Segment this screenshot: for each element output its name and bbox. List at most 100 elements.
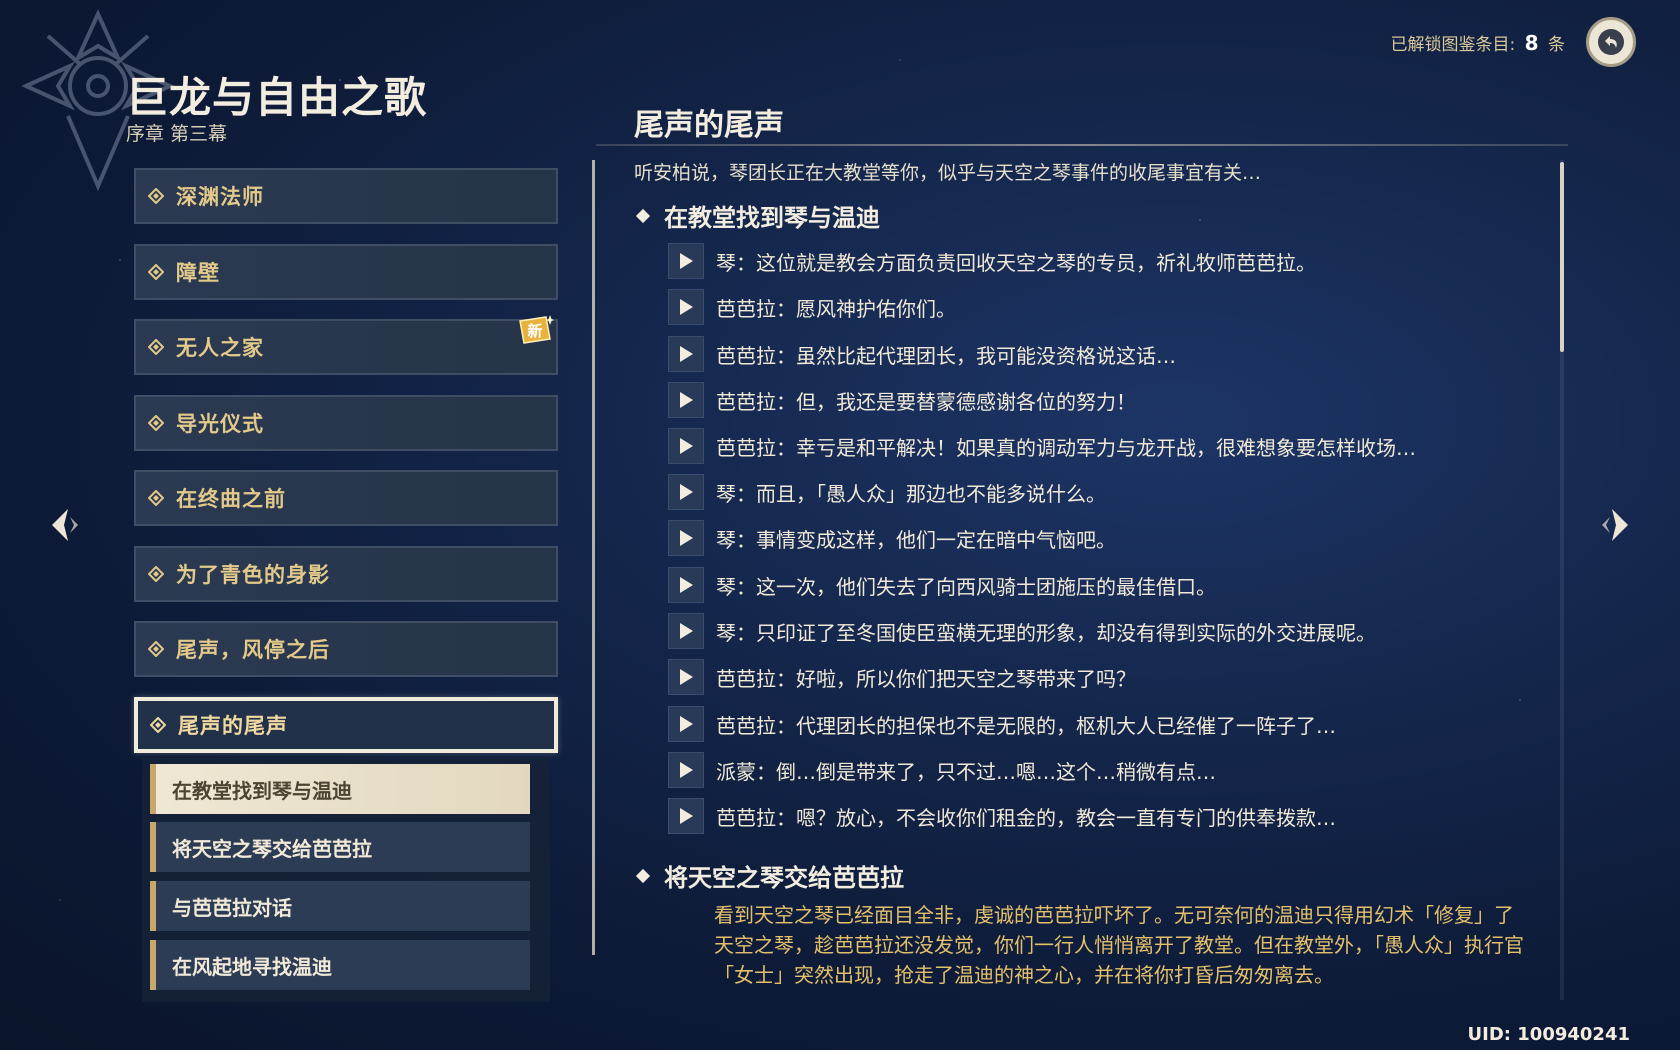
unlocked-entries-counter: 已解锁图鉴条目: 8 条 [1391, 30, 1565, 55]
previous-page-arrow-icon[interactable] [48, 505, 82, 545]
dialog-line: 琴：事情变成这样，他们一定在暗中气恼吧。 [668, 520, 1116, 556]
play-icon [679, 577, 693, 593]
uid-label: UID: 100940241 [1467, 1024, 1630, 1045]
quest-diamond-icon [148, 565, 164, 582]
summary-line: 天空之琴，趁芭芭拉还没发觉，你们一行人悄悄离开了教堂。但在教堂外，「愚人众」执行… [714, 933, 1524, 957]
play-icon [679, 623, 693, 639]
play-voice-button[interactable] [668, 706, 704, 742]
dialog-text: 琴：这位就是教会方面负责回收天空之琴的专员，祈礼牧师芭芭拉。 [716, 250, 1316, 275]
diamond-bullet-icon [635, 868, 651, 883]
chapter-item[interactable]: 导光仪式 [134, 394, 558, 451]
quest-diamond-icon [148, 641, 164, 657]
chapter-item[interactable]: 尾声，风停之后 [134, 621, 558, 677]
play-voice-button[interactable] [668, 289, 704, 325]
chapter-item-active[interactable]: 尾声的尾声 [134, 696, 558, 753]
quest-diamond-icon [148, 414, 164, 431]
dialog-text: 芭芭拉：好啦，所以你们把天空之琴带来了吗？ [716, 666, 1136, 691]
quest-intro: 听安柏说，琴团长正在大教堂等你，似乎与天空之琴事件的收尾事宜有关… [634, 162, 1262, 184]
sub-quest-panel: 在教堂找到琴与温迪 将天空之琴交给芭芭拉 与芭芭拉对话 在风起地寻找温迪 [142, 758, 550, 1002]
play-voice-button[interactable] [668, 243, 704, 279]
back-arrow-icon [1598, 29, 1624, 55]
play-voice-button[interactable] [668, 567, 704, 603]
dialog-text: 派蒙：倒…倒是带来了，只不过…嗯…这个…稍微有点… [716, 759, 1216, 784]
sub-quest-item[interactable]: 将天空之琴交给芭芭拉 [150, 822, 530, 872]
chapter-item[interactable]: 障壁 [134, 243, 558, 300]
chapter-label: 无人之家 [176, 336, 264, 360]
play-voice-button[interactable] [668, 428, 704, 464]
unlocked-unit: 条 [1548, 35, 1565, 55]
dialog-text: 芭芭拉：愿风神护佑你们。 [716, 296, 956, 321]
dialog-line: 芭芭拉：虽然比起代理团长，我可能没资格说这话… [668, 336, 1176, 372]
sub-quest-label: 将天空之琴交给芭芭拉 [172, 836, 372, 861]
section-heading: 在教堂找到琴与温迪 [635, 198, 880, 233]
back-button[interactable] [1586, 17, 1636, 67]
play-icon [679, 808, 693, 824]
play-icon [679, 762, 693, 778]
chapter-item[interactable]: 为了青色的身影 [134, 545, 558, 602]
dialog-text: 芭芭拉：但，我还是要替蒙德感谢各位的努力！ [716, 389, 1136, 414]
new-badge-text: 新 [527, 322, 542, 340]
play-icon [679, 392, 693, 408]
page-title: 巨龙与自由之歌 [126, 73, 428, 122]
dialog-line: 芭芭拉：好啦，所以你们把天空之琴带来了吗？ [668, 659, 1136, 695]
play-voice-button[interactable] [668, 613, 704, 649]
quest-diamond-icon [148, 339, 164, 355]
play-voice-button[interactable] [668, 752, 704, 788]
panel-divider [592, 160, 595, 955]
dialog-text: 芭芭拉：虽然比起代理团长，我可能没资格说这话… [716, 343, 1176, 368]
dialog-line: 芭芭拉：愿风神护佑你们。 [668, 289, 956, 325]
section-heading-text: 将天空之琴交给芭芭拉 [664, 864, 904, 892]
dialog-line: 派蒙：倒…倒是带来了，只不过…嗯…这个…稍微有点… [668, 752, 1216, 788]
chapter-label: 为了青色的身影 [176, 562, 330, 587]
play-icon [679, 438, 693, 454]
play-icon [679, 530, 693, 546]
play-voice-button[interactable] [668, 798, 704, 834]
dialog-text: 琴：而且，「愚人众」那边也不能多说什么。 [716, 481, 1106, 506]
chapter-label: 深渊法师 [176, 185, 264, 209]
sub-quest-label: 在风起地寻找温迪 [172, 954, 332, 979]
sub-quest-item-selected[interactable]: 在教堂找到琴与温迪 [150, 764, 530, 814]
sub-quest-item[interactable]: 在风起地寻找温迪 [150, 940, 530, 990]
dialog-line: 琴：而且，「愚人众」那边也不能多说什么。 [668, 474, 1106, 510]
dialog-text: 琴：只印证了至冬国使臣蛮横无理的形象，却没有得到实际的外交进展呢。 [716, 620, 1376, 645]
dialog-text: 芭芭拉：代理团长的担保也不是无限的，枢机大人已经催了一阵子了… [716, 713, 1336, 738]
play-voice-button[interactable] [668, 659, 704, 695]
quest-diamond-icon [148, 188, 164, 204]
chapter-label: 尾声的尾声 [178, 713, 288, 738]
summary-line: 看到天空之琴已经面目全非，虔诚的芭芭拉吓坏了。无可奈何的温迪只得用幻术「修复」了 [714, 903, 1514, 927]
new-badge: 新 [519, 315, 554, 344]
chapter-item[interactable]: 无人之家 新 [134, 315, 558, 375]
play-icon [679, 716, 693, 732]
scrollbar-thumb[interactable] [1560, 162, 1564, 352]
play-icon [679, 484, 693, 500]
play-icon [679, 299, 693, 315]
play-icon [679, 346, 693, 362]
section-heading: 将天空之琴交给芭芭拉 [635, 858, 904, 893]
dialog-text: 芭芭拉：嗯？放心，不会收你们租金的，教会一直有专门的供奉拨款… [716, 805, 1336, 830]
chapter-item[interactable]: 在终曲之前 [134, 470, 558, 526]
dialog-line: 芭芭拉：但，我还是要替蒙德感谢各位的努力！ [668, 382, 1136, 418]
play-icon [679, 669, 693, 685]
play-voice-button[interactable] [668, 474, 704, 510]
dialog-line: 芭芭拉：代理团长的担保也不是无限的，枢机大人已经催了一阵子了… [668, 706, 1336, 742]
play-icon [679, 253, 693, 269]
next-page-arrow-icon[interactable] [1598, 505, 1632, 545]
chapter-item[interactable]: 深渊法师 [134, 168, 558, 224]
chapter-label: 在终曲之前 [176, 487, 286, 511]
chapter-label: 障壁 [176, 260, 220, 285]
dialog-line: 琴：只印证了至冬国使臣蛮横无理的形象，却没有得到实际的外交进展呢。 [668, 613, 1376, 649]
sub-quest-label: 与芭芭拉对话 [172, 895, 292, 920]
section-heading-text: 在教堂找到琴与温迪 [664, 204, 880, 232]
quest-diamond-icon [150, 716, 166, 733]
diamond-bullet-icon [635, 208, 651, 223]
play-voice-button[interactable] [668, 520, 704, 556]
unlocked-label: 已解锁图鉴条目: [1390, 35, 1516, 55]
dialog-text: 芭芭拉：幸亏是和平解决！如果真的调动军力与龙开战，很难想象要怎样收场… [716, 435, 1416, 460]
dialog-line: 芭芭拉：嗯？放心，不会收你们租金的，教会一直有专门的供奉拨款… [668, 798, 1336, 834]
sub-quest-item[interactable]: 与芭芭拉对话 [150, 881, 530, 931]
play-voice-button[interactable] [668, 382, 704, 418]
summary-line: 「女士」突然出现，抢走了温迪的神之心，并在将你打昏后匆匆离去。 [714, 963, 1334, 987]
play-voice-button[interactable] [668, 336, 704, 372]
section-summary: 看到天空之琴已经面目全非，虔诚的芭芭拉吓坏了。无可奈何的温迪只得用幻术「修复」了… [714, 900, 1554, 990]
detail-title: 尾声的尾声 [634, 108, 784, 143]
